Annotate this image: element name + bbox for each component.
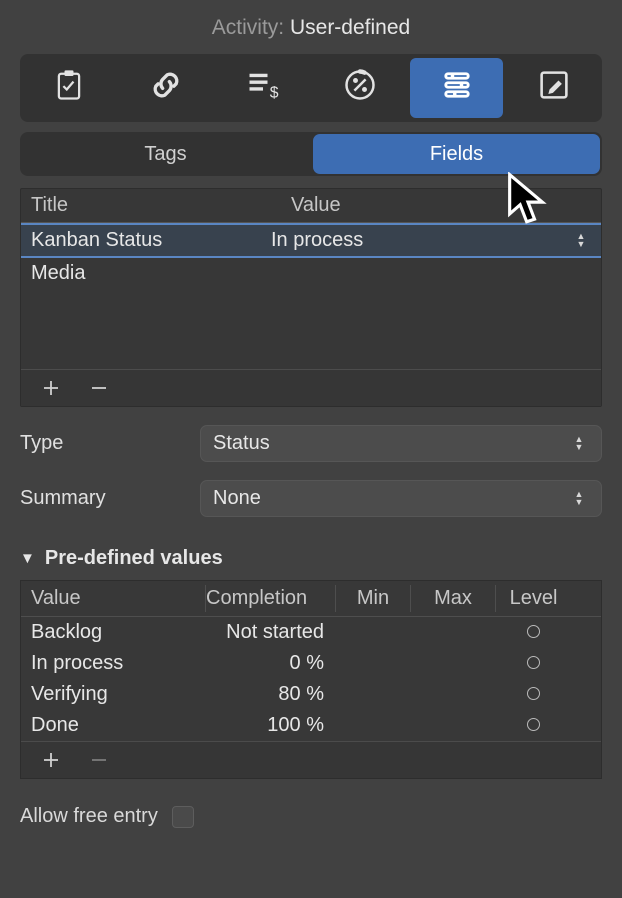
edit-icon <box>536 67 572 109</box>
tab-tags[interactable]: Tags <box>22 134 309 174</box>
predef-h-min: Min <box>336 585 411 612</box>
radio-icon <box>527 718 540 731</box>
predef-header: Value Completion Min Max Level <box>21 581 601 617</box>
fields-table-footer <box>21 369 601 406</box>
fields-row[interactable]: Kanban Status In process ▲▼ <box>21 223 601 258</box>
chevrons-icon: ▲▼ <box>569 491 589 506</box>
svg-text:$: $ <box>269 84 278 101</box>
predef-h-completion: Completion <box>206 585 336 612</box>
tab-fields[interactable]: Fields <box>313 134 600 174</box>
predef-value: Done <box>31 714 206 737</box>
allow-free-entry-row: Allow free entry <box>20 805 602 828</box>
fields-header-title: Title <box>31 194 291 217</box>
fields-row[interactable]: Media <box>21 258 601 289</box>
fields-table: Title Value Kanban Status In process ▲▼ … <box>20 188 602 407</box>
predef-row[interactable]: Verifying 80 % <box>21 679 601 710</box>
cost-icon: $ <box>245 67 281 109</box>
predef-row[interactable]: Done 100 % <box>21 710 601 741</box>
predef-row[interactable]: In process 0 % <box>21 648 601 679</box>
predef-level[interactable] <box>496 683 571 706</box>
fields-table-header: Title Value <box>21 189 601 223</box>
toolbar-fields[interactable] <box>410 58 503 118</box>
remove-predef-button[interactable] <box>89 750 109 770</box>
predef-completion: 0 % <box>206 652 336 675</box>
chevrons-icon: ▲▼ <box>569 436 589 451</box>
radio-icon <box>527 625 540 638</box>
tags-fields-segmented: Tags Fields <box>20 132 602 176</box>
predef-completion: Not started <box>206 621 336 644</box>
field-title: Kanban Status <box>31 229 271 252</box>
type-row: Type Status ▲▼ <box>20 425 602 462</box>
predef-footer <box>21 741 601 778</box>
predef-row[interactable]: Backlog Not started <box>21 617 601 648</box>
disclosure-triangle-icon: ▼ <box>20 550 35 567</box>
tab-fields-label: Fields <box>430 143 483 166</box>
type-select[interactable]: Status ▲▼ <box>200 425 602 462</box>
radio-icon <box>527 656 540 669</box>
radio-icon <box>527 687 540 700</box>
predef-level[interactable] <box>496 714 571 737</box>
allow-free-entry-checkbox[interactable] <box>172 806 194 828</box>
activity-header: Activity: User-defined <box>0 0 622 50</box>
toolbar-edit[interactable] <box>507 58 600 118</box>
fields-header-value: Value <box>291 194 591 217</box>
predef-value: Verifying <box>31 683 206 706</box>
checklist-icon <box>51 67 87 109</box>
predef-h-max: Max <box>411 585 496 612</box>
predef-level[interactable] <box>496 652 571 675</box>
predef-section-header[interactable]: ▼ Pre-defined values <box>20 547 602 570</box>
field-value: In process <box>271 229 571 252</box>
predef-h-value: Value <box>31 585 206 612</box>
predef-h-level: Level <box>496 585 571 612</box>
predef-value: Backlog <box>31 621 206 644</box>
predef-completion: 80 % <box>206 683 336 706</box>
inspector-toolbar: $ <box>20 54 602 122</box>
summary-label: Summary <box>20 487 200 510</box>
toolbar-cost[interactable]: $ <box>216 58 309 118</box>
tab-tags-label: Tags <box>144 143 186 166</box>
remove-field-button[interactable] <box>89 378 109 398</box>
predef-values-table: Value Completion Min Max Level Backlog N… <box>20 580 602 779</box>
add-field-button[interactable] <box>41 378 61 398</box>
predef-title: Pre-defined values <box>45 547 223 570</box>
toolbar-percent[interactable] <box>313 58 406 118</box>
summary-row: Summary None ▲▼ <box>20 480 602 517</box>
allow-free-entry-label: Allow free entry <box>20 805 158 828</box>
percent-icon <box>342 67 378 109</box>
predef-value: In process <box>31 652 206 675</box>
type-value: Status <box>213 432 270 455</box>
activity-label: Activity: <box>212 16 284 39</box>
activity-value: User-defined <box>290 16 410 39</box>
type-label: Type <box>20 432 200 455</box>
summary-select[interactable]: None ▲▼ <box>200 480 602 517</box>
add-predef-button[interactable] <box>41 750 61 770</box>
fields-list-icon <box>439 67 475 109</box>
toolbar-link[interactable] <box>119 58 212 118</box>
link-icon <box>148 67 184 109</box>
summary-value: None <box>213 487 261 510</box>
field-title: Media <box>31 262 271 285</box>
predef-level[interactable] <box>496 621 571 644</box>
stepper-icon[interactable]: ▲▼ <box>571 233 591 248</box>
predef-completion: 100 % <box>206 714 336 737</box>
toolbar-checklist[interactable] <box>22 58 115 118</box>
